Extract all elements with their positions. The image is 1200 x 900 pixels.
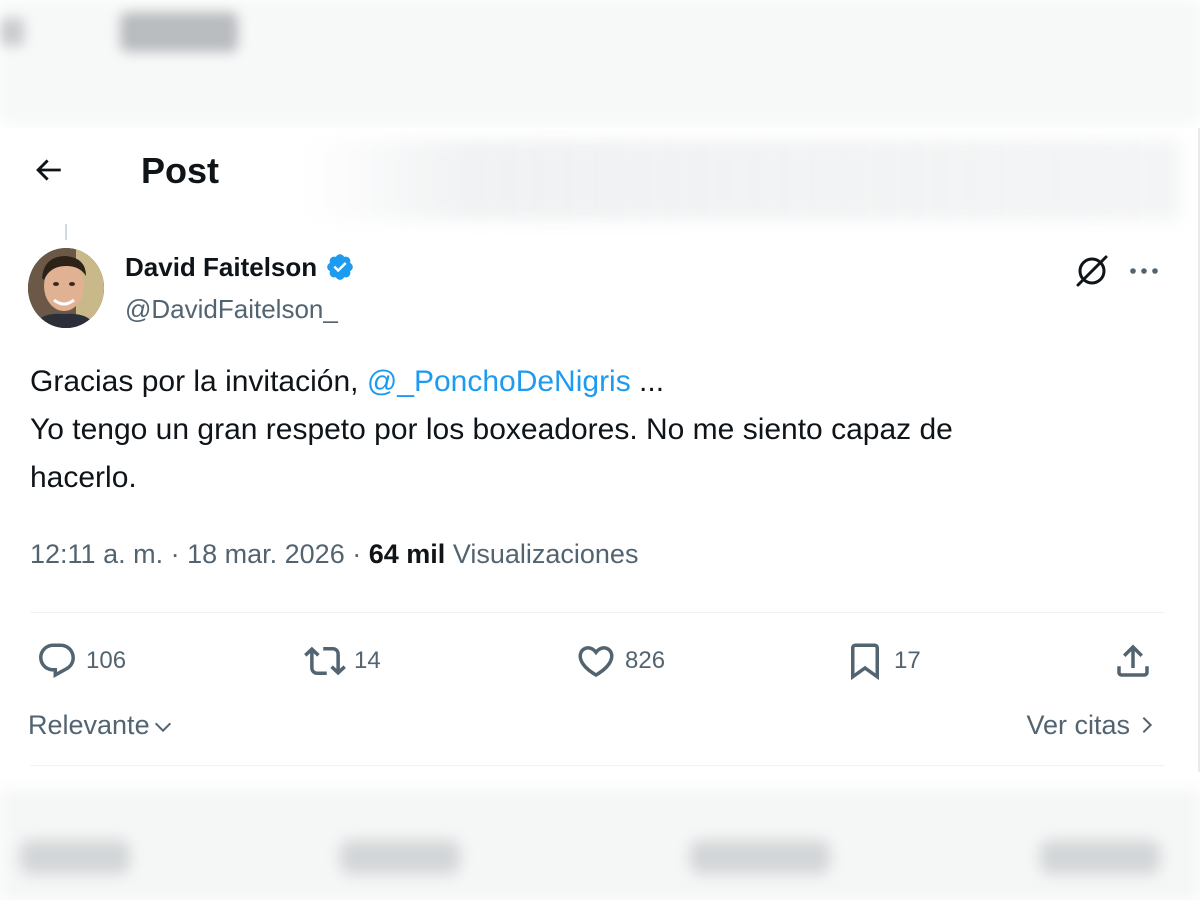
post-text-line-2: Yo tengo un gran respeto por los boxeado… bbox=[30, 413, 953, 446]
post-time[interactable]: 12:11 a. m. bbox=[30, 539, 163, 569]
avatar[interactable] bbox=[28, 248, 104, 328]
post-meta: 12:11 a. m. · 18 mar. 2026 · 64 mil Visu… bbox=[30, 536, 638, 572]
reply-count: 106 bbox=[86, 647, 127, 674]
post-date[interactable]: 18 mar. 2026 bbox=[187, 539, 345, 569]
post-text-line-1: Gracias por la invitación, @_PonchoDeNig… bbox=[30, 358, 1150, 406]
share-upload-icon bbox=[1117, 644, 1149, 677]
share-button[interactable] bbox=[1112, 638, 1154, 684]
blurred-item bbox=[20, 840, 130, 874]
post-text: Gracias por la invitación, @_PonchoDeNig… bbox=[30, 358, 1150, 502]
thread-line bbox=[65, 224, 67, 240]
divider bbox=[30, 765, 1165, 766]
blurred-item bbox=[1040, 840, 1160, 874]
blurred-item bbox=[690, 840, 830, 874]
repost-count: 14 bbox=[354, 647, 381, 674]
views-label: Visualizaciones bbox=[452, 539, 639, 569]
post-text-prefix: Gracias por la invitación, bbox=[30, 365, 367, 398]
heart-icon bbox=[578, 646, 614, 678]
views-count: 64 mil bbox=[368, 539, 446, 569]
divider bbox=[30, 612, 1165, 613]
page-title: Post bbox=[141, 150, 220, 191]
meta-separator: · bbox=[352, 539, 362, 569]
meta-separator: · bbox=[170, 539, 180, 569]
avatar-image bbox=[28, 248, 104, 328]
reply-button[interactable]: 106 bbox=[36, 638, 126, 684]
quotes-label: Ver citas bbox=[1026, 710, 1130, 740]
chevron-down-icon bbox=[154, 722, 171, 733]
bookmark-count: 17 bbox=[894, 647, 921, 674]
post-text-line-3: hacerlo. bbox=[30, 461, 137, 494]
chevron-right-icon bbox=[1142, 716, 1153, 734]
more-options-icon[interactable] bbox=[1126, 256, 1162, 286]
post-card: Post David Faitelson @DavidFaitelson_ Gr… bbox=[0, 128, 1200, 772]
blurred-arrow bbox=[0, 18, 24, 46]
grok-icon[interactable] bbox=[1073, 252, 1111, 290]
repost-button[interactable]: 14 bbox=[304, 638, 381, 684]
author-name-row[interactable]: David Faitelson bbox=[125, 251, 355, 283]
blurred-item bbox=[340, 840, 460, 874]
author-name: David Faitelson bbox=[125, 252, 318, 282]
verified-badge-icon bbox=[327, 254, 353, 280]
repost-icon bbox=[304, 646, 346, 676]
sort-label: Relevante bbox=[28, 710, 150, 740]
bookmark-icon bbox=[851, 643, 879, 681]
sort-dropdown[interactable]: Relevante bbox=[28, 705, 174, 745]
post-text-suffix: ... bbox=[630, 365, 665, 398]
blurred-background-header bbox=[0, 0, 1200, 125]
like-count: 826 bbox=[625, 647, 666, 674]
screenshot-stage: Post David Faitelson @DavidFaitelson_ Gr… bbox=[0, 0, 1200, 900]
arrow-left-icon bbox=[36, 159, 61, 181]
bookmark-button[interactable]: 17 bbox=[844, 638, 921, 684]
mention-link[interactable]: @_PonchoDeNigris bbox=[367, 365, 631, 398]
back-button[interactable] bbox=[28, 150, 68, 190]
author-handle[interactable]: @DavidFaitelson_ bbox=[125, 292, 338, 326]
reply-icon bbox=[39, 643, 75, 678]
view-quotes-link[interactable]: Ver citas bbox=[1026, 705, 1158, 745]
like-button[interactable]: 826 bbox=[575, 638, 665, 684]
blurred-title bbox=[120, 12, 238, 52]
post-header: Post bbox=[0, 128, 1198, 218]
blurred-background-footer bbox=[0, 790, 1200, 900]
